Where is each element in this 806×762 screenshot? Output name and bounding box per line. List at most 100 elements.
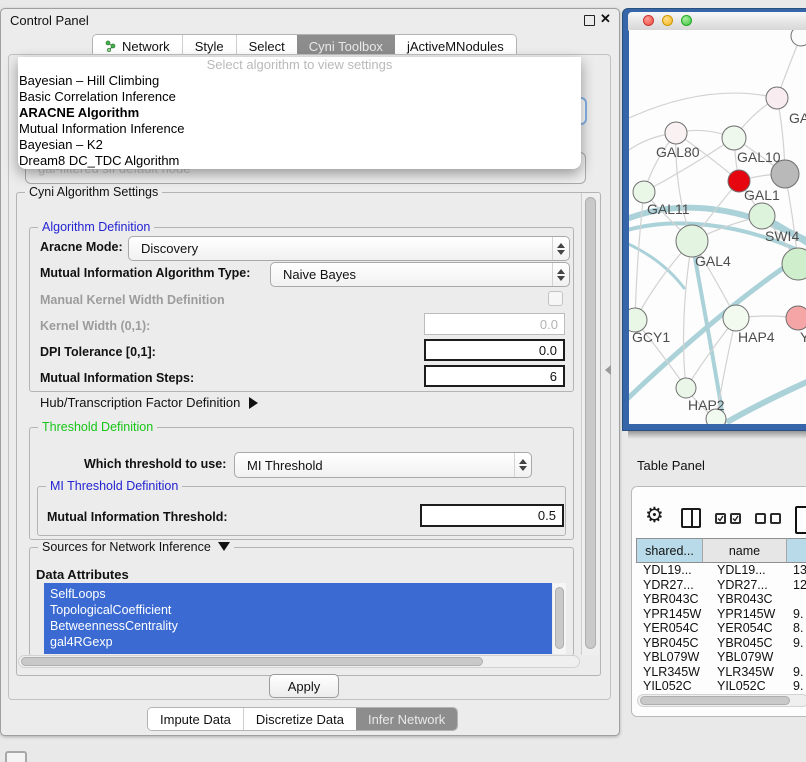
- table-row[interactable]: YBR043C YBR043C: [636, 592, 806, 607]
- table-panel-title: Table Panel: [637, 458, 705, 473]
- traffic-close-icon[interactable]: [643, 15, 654, 26]
- network-node[interactable]: [723, 305, 749, 331]
- dropdown-item[interactable]: Bayesian – Hill Climbing: [18, 73, 581, 89]
- manual-kernel-label: Manual Kernel Width Definition: [40, 293, 225, 307]
- threshold-definition-title: Threshold Definition: [38, 420, 157, 434]
- data-attributes-list: SelfLoops TopologicalCoefficient Between…: [44, 583, 552, 654]
- svg-text:Y: Y: [800, 329, 806, 345]
- dpi-tolerance-label: DPI Tolerance [0,1]:: [40, 345, 156, 359]
- float-window-icon[interactable]: [584, 15, 595, 26]
- combo-stepper-icon: [552, 237, 569, 260]
- list-item[interactable]: BetweennessCentrality: [44, 618, 552, 634]
- tab-network-label: Network: [122, 39, 170, 54]
- sources-group-title[interactable]: Sources for Network Inference: [38, 540, 234, 554]
- table-horizontal-scrollbar-thumb[interactable]: [640, 696, 790, 705]
- control-panel-title: Control Panel: [10, 13, 89, 28]
- network-node[interactable]: [676, 378, 696, 398]
- mi-type-combobox[interactable]: Naive Bayes: [270, 262, 570, 287]
- table-row[interactable]: YIL052C YIL052C 9.: [636, 679, 806, 693]
- combo-stepper-icon: [552, 263, 569, 286]
- clipped-toolbar-icon[interactable]: [795, 506, 806, 534]
- table-row[interactable]: YER054C YER054C 8.: [636, 621, 806, 636]
- window-shadow: [628, 431, 806, 439]
- svg-text:GAL4: GAL4: [695, 253, 731, 269]
- dropdown-item[interactable]: Dream8 DC_TDC Algorithm: [18, 153, 581, 169]
- network-canvas[interactable]: GAL GAL80 GAL10 GAL1 GAL11 SWI4 GAL4 HAP…: [629, 30, 806, 424]
- network-node[interactable]: [766, 87, 788, 109]
- svg-text:SWI4: SWI4: [765, 228, 799, 244]
- dropdown-item[interactable]: Mutual Information Inference: [18, 121, 581, 137]
- hub-definition-expander[interactable]: Hub/Transcription Factor Definition: [40, 395, 258, 410]
- gear-icon[interactable]: ⚙: [645, 505, 664, 527]
- table-row[interactable]: YBR045C YBR045C 9.: [636, 636, 806, 651]
- network-node[interactable]: [749, 203, 775, 229]
- table-header: shared... name: [636, 538, 806, 563]
- list-scrollbar-thumb[interactable]: [555, 587, 564, 649]
- tab-impute-data[interactable]: Impute Data: [148, 708, 243, 730]
- dpi-tolerance-field[interactable]: 0.0: [424, 339, 565, 361]
- svg-text:GAL: GAL: [789, 110, 806, 126]
- bottom-tabbar: Impute Data Discretize Data Infer Networ…: [147, 707, 458, 731]
- expand-arrow-icon: [249, 397, 258, 409]
- dropdown-item-highlighted[interactable]: ARACNE Algorithm: [18, 105, 581, 121]
- panel-splitter-arrow-icon[interactable]: [605, 365, 611, 375]
- network-node[interactable]: [722, 126, 746, 150]
- kernel-width-field[interactable]: 0.0: [424, 313, 565, 335]
- column-header-shared-name[interactable]: shared...: [636, 538, 703, 563]
- list-scrollbar[interactable]: [553, 583, 566, 654]
- dropdown-item[interactable]: Basic Correlation Inference: [18, 89, 581, 105]
- list-item[interactable]: TopologicalCoefficient: [44, 602, 552, 618]
- settings-horizontal-scrollbar-thumb[interactable]: [21, 657, 483, 666]
- corner-button[interactable]: [5, 751, 27, 762]
- algorithm-definition-title: Algorithm Definition: [38, 220, 154, 234]
- table-row[interactable]: YDL19... YDL19... 13: [636, 563, 806, 578]
- manual-kernel-checkbox[interactable]: [548, 291, 563, 306]
- table-row[interactable]: YDR27... YDR27... 12: [636, 578, 806, 593]
- network-node[interactable]: [633, 181, 655, 203]
- network-window-titlebar[interactable]: [628, 12, 806, 31]
- settings-horizontal-scrollbar[interactable]: [18, 655, 580, 668]
- network-node[interactable]: [791, 30, 806, 46]
- list-item[interactable]: gal4RGexp: [44, 634, 552, 650]
- settings-vertical-scrollbar-thumb[interactable]: [585, 197, 596, 649]
- list-item[interactable]: SelfLoops: [44, 586, 552, 602]
- aracne-mode-combobox[interactable]: Discovery: [128, 236, 570, 261]
- traffic-minimize-icon[interactable]: [662, 15, 673, 26]
- mi-type-label: Mutual Information Algorithm Type:: [40, 266, 250, 280]
- select-all-icon[interactable]: [715, 513, 741, 524]
- column-header-clipped[interactable]: [787, 538, 806, 563]
- column-header-name[interactable]: name: [703, 538, 787, 563]
- deselect-all-icon[interactable]: [755, 513, 781, 524]
- which-threshold-label: Which threshold to use:: [84, 457, 226, 471]
- column-split-icon[interactable]: [681, 508, 701, 528]
- algorithm-dropdown: Select algorithm to view settings Bayesi…: [18, 57, 581, 169]
- screen: Control Panel ✕ Network Style Select Cyn…: [0, 0, 806, 762]
- apply-button[interactable]: Apply: [269, 674, 339, 698]
- network-node[interactable]: [782, 248, 806, 280]
- table-row[interactable]: YLR345W YLR345W 9.: [636, 665, 806, 680]
- network-node[interactable]: [665, 122, 687, 144]
- svg-text:GAL1: GAL1: [744, 187, 780, 203]
- svg-text:HAP2: HAP2: [688, 397, 725, 413]
- tab-infer-network[interactable]: Infer Network: [356, 708, 457, 730]
- collapse-arrow-icon: [218, 542, 230, 551]
- table-row[interactable]: YBL079W YBL079W: [636, 650, 806, 665]
- svg-text:GAL80: GAL80: [656, 144, 700, 160]
- traffic-zoom-icon[interactable]: [681, 15, 692, 26]
- dropdown-placeholder: Select algorithm to view settings: [18, 57, 581, 73]
- table-row[interactable]: YPR145W YPR145W 9.: [636, 607, 806, 622]
- dropdown-item[interactable]: Bayesian – K2: [18, 137, 581, 153]
- cyni-settings-group-title: Cyni Algorithm Settings: [25, 185, 162, 199]
- mi-steps-label: Mutual Information Steps:: [40, 371, 194, 385]
- mi-threshold-field[interactable]: 0.5: [420, 504, 564, 527]
- settings-vertical-scrollbar[interactable]: [581, 193, 599, 655]
- which-threshold-combobox[interactable]: MI Threshold: [234, 452, 532, 478]
- mi-threshold-label: Mutual Information Threshold:: [47, 510, 228, 524]
- data-attributes-label: Data Attributes: [36, 567, 129, 582]
- network-node[interactable]: [786, 306, 806, 330]
- close-icon[interactable]: ✕: [600, 11, 611, 27]
- mi-steps-field[interactable]: 6: [424, 365, 565, 387]
- svg-text:GAL10: GAL10: [737, 149, 781, 165]
- tab-discretize-data[interactable]: Discretize Data: [243, 708, 356, 730]
- table-horizontal-scrollbar[interactable]: [637, 694, 806, 707]
